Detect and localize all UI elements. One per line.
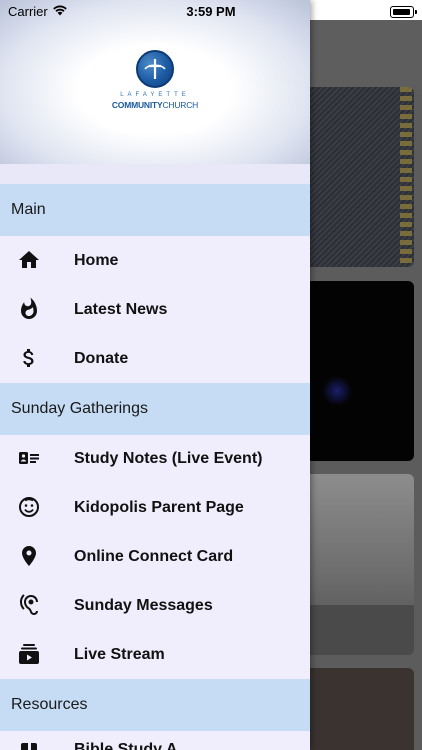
section-header-resources: Resources (0, 679, 310, 731)
smiley-icon (19, 497, 39, 517)
menu-item-bible-study[interactable]: Bible Study A (0, 731, 310, 750)
section-label: Main (11, 201, 46, 218)
church-logo: LAFAYETTE COMMUNITYCHURCH (105, 50, 205, 114)
section-label: Sunday Gatherings (11, 400, 148, 417)
menu-item-label: Sunday Messages (74, 597, 213, 614)
status-time: 3:59 PM (186, 4, 236, 19)
logo-line-2: COMMUNITYCHURCH (111, 100, 199, 110)
background-card-dark[interactable] (310, 281, 414, 461)
menu-item-label: Donate (74, 350, 129, 367)
menu-item-sunday-messages[interactable]: Sunday Messages (0, 581, 310, 630)
logo-globe-icon (136, 50, 174, 88)
drawer-divider-band (0, 164, 310, 184)
dollar-icon (23, 349, 34, 367)
flame-icon (21, 297, 37, 319)
navigation-drawer: Carrier 3:59 PM LAFAYETTE COMMUNITYCHURC… (0, 0, 310, 750)
menu-item-study-notes[interactable]: Study Notes (Live Event) (0, 434, 310, 483)
battery-icon (390, 6, 417, 18)
menu-item-label: Bible Study A (74, 741, 178, 750)
location-pin-icon (22, 546, 36, 566)
menu-item-home[interactable]: Home (0, 236, 310, 285)
background-card-grey[interactable] (310, 474, 414, 655)
hearing-icon (20, 594, 38, 616)
section-header-main: Main (0, 184, 310, 236)
notes-card-icon (19, 452, 39, 464)
menu-item-label: Home (74, 252, 119, 269)
menu-item-online-connect-card[interactable]: Online Connect Card (0, 532, 310, 581)
book-icon (21, 743, 37, 750)
menu-item-kidopolis-parent-page[interactable]: Kidopolis Parent Page (0, 483, 310, 532)
menu-item-live-stream[interactable]: Live Stream (0, 630, 310, 679)
menu-item-label: Kidopolis Parent Page (74, 499, 244, 516)
menu-item-donate[interactable]: Donate (0, 334, 310, 383)
logo-line-1: LAFAYETTE (120, 92, 190, 98)
video-library-icon (19, 644, 39, 664)
menu-item-label: Online Connect Card (74, 548, 234, 565)
background-header (310, 20, 422, 90)
background-card-bottom[interactable] (310, 668, 414, 750)
menu-item-label: Latest News (74, 301, 168, 318)
drawer-header: Carrier 3:59 PM LAFAYETTE COMMUNITYCHURC… (0, 0, 310, 164)
section-header-sunday-gatherings: Sunday Gatherings (0, 383, 310, 435)
home-icon (19, 251, 39, 268)
menu-item-label: Live Stream (74, 646, 165, 663)
background-card-denim[interactable] (310, 87, 414, 267)
menu-item-latest-news[interactable]: Latest News (0, 285, 310, 334)
menu-item-label: Study Notes (Live Event) (74, 450, 263, 467)
section-label: Resources (11, 696, 88, 713)
